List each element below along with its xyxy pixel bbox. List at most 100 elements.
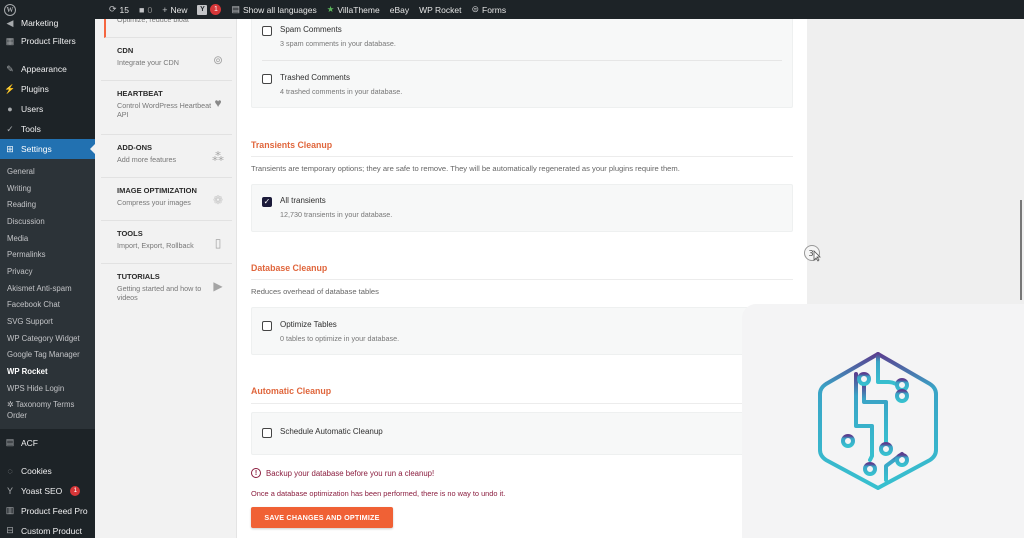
trashed-comments-option[interactable]: Trashed Comments 4 trashed comments in y…	[262, 73, 402, 96]
trashed-comments-checkbox[interactable]	[262, 74, 272, 84]
nav-item-cdn[interactable]: CDN Integrate your CDN ⊚	[101, 38, 232, 81]
optimize-tables-checkbox[interactable]	[262, 321, 272, 331]
refresh-icon: ⟳	[109, 4, 117, 14]
scrollbar[interactable]	[1020, 200, 1022, 300]
menu-item-product-feed-pro[interactable]: ▥ Product Feed Pro	[0, 501, 95, 521]
acf-icon: ▤	[5, 437, 15, 448]
star-icon: ★	[326, 4, 335, 14]
automatic-section-title: Automatic Cleanup	[251, 386, 332, 396]
submenu-item-wp-category-widget[interactable]: WP Category Widget	[0, 330, 95, 347]
comment-icon: ■	[139, 4, 145, 15]
submenu-item-wps-hide-login[interactable]: WPS Hide Login	[0, 380, 95, 397]
nav-item-tools[interactable]: TOOLS Import, Export, Rollback ▯	[101, 221, 232, 264]
submenu-item-permalinks[interactable]: Permalinks	[0, 246, 95, 263]
admin-menu: ◀ Marketing ▦ Product Filters ✎ Appearan…	[0, 17, 95, 538]
nav-item-tutorials[interactable]: TUTORIALS Getting started and how to vid…	[101, 264, 232, 318]
languages-link[interactable]: ▤ Show all languages	[226, 0, 321, 19]
grid-icon: ⊟	[6, 525, 14, 536]
new-content-link[interactable]: + New	[157, 0, 192, 19]
schedule-cleanup-option[interactable]: Schedule Automatic Cleanup	[262, 427, 383, 438]
menu-item-custom-product[interactable]: ⊟ Custom Product	[0, 521, 95, 538]
cookie-icon: ◌	[7, 465, 13, 476]
database-description: Reduces overhead of database tables	[251, 287, 379, 296]
all-transients-option[interactable]: ✓ All transients 12,730 transients in yo…	[262, 196, 392, 219]
menu-item-settings[interactable]: ⊞ Settings	[0, 139, 95, 159]
menu-item-tools[interactable]: ✓ Tools	[0, 119, 95, 139]
submenu-item-taxonomy-terms-order[interactable]: ✲ Taxonomy Terms Order	[0, 397, 95, 425]
divider	[262, 60, 782, 61]
all-transients-checkbox[interactable]: ✓	[262, 197, 272, 207]
submenu-item-general[interactable]: General	[0, 163, 95, 180]
yoast-link[interactable]: Y 1	[192, 0, 226, 19]
submenu-item-google-tag-manager[interactable]: Google Tag Manager	[0, 347, 95, 364]
admin-bar: W ⟳ 15 ■ 0 + New Y 1 ▤ Show all language…	[0, 0, 1024, 19]
nav-item-addons[interactable]: ADD-ONS Add more features ⁂	[101, 135, 232, 178]
submenu-item-discussion[interactable]: Discussion	[0, 213, 95, 230]
schedule-cleanup-checkbox[interactable]	[262, 428, 272, 438]
transients-section-title: Transients Cleanup	[251, 140, 333, 150]
forms-icon: ⊜	[471, 4, 479, 14]
database-section-title: Database Cleanup	[251, 263, 328, 273]
heartbeat-icon: ♥	[214, 96, 222, 110]
comments-link[interactable]: ■ 0	[134, 0, 157, 19]
plugin-icon: ⚡	[4, 83, 16, 94]
menu-item-acf[interactable]: ▤ ACF	[0, 433, 95, 453]
forms-link[interactable]: ⊜ Forms	[466, 0, 511, 19]
submenu-item-writing[interactable]: Writing	[0, 180, 95, 197]
menu-item-users[interactable]: ● Users	[0, 99, 95, 119]
database-settings-panel: Spam Comments 3 spam comments in your da…	[237, 17, 807, 538]
menu-item-product-filters[interactable]: ▦ Product Filters	[0, 31, 95, 51]
notification-badge: 1	[210, 4, 222, 15]
nav-item-heartbeat[interactable]: HEARTBEAT Control WordPress Heartbeat AP…	[101, 81, 232, 135]
save-and-optimize-button[interactable]: SAVE CHANGES AND OPTIMIZE	[251, 507, 393, 528]
updates-link[interactable]: ⟳ 15	[104, 0, 134, 19]
undo-note: Once a database optimization has been pe…	[251, 489, 506, 498]
translate-icon: ▤	[231, 4, 240, 14]
divider	[251, 403, 793, 404]
warning-icon: !	[251, 468, 261, 478]
wp-rocket-nav: Optimize, reduce bloat CDN Integrate you…	[95, 15, 237, 538]
feed-icon: ▥	[5, 505, 15, 516]
brand-logo-overlay	[742, 304, 1024, 538]
submenu-item-svg-support[interactable]: SVG Support	[0, 313, 95, 330]
wp-rocket-link[interactable]: WP Rocket	[414, 0, 466, 19]
submenu-item-privacy[interactable]: Privacy	[0, 263, 95, 280]
wrench-icon: ✓	[6, 123, 14, 134]
wordpress-logo-icon[interactable]: W	[0, 0, 20, 19]
video-icon: ▶	[213, 279, 223, 293]
optimize-tables-option[interactable]: Optimize Tables 0 tables to optimize in …	[262, 320, 399, 343]
submenu-item-reading[interactable]: Reading	[0, 196, 95, 213]
settings-submenu: General Writing Reading Discussion Media…	[0, 159, 95, 429]
ebay-link[interactable]: eBay	[385, 0, 414, 19]
circuit-hexagon-logo-icon	[818, 352, 938, 490]
menu-item-plugins[interactable]: ⚡ Plugins	[0, 79, 95, 99]
spam-comments-option[interactable]: Spam Comments 3 spam comments in your da…	[262, 25, 396, 48]
yoast-icon: Y	[6, 485, 13, 496]
tools-icon: ▯	[214, 236, 222, 250]
menu-item-appearance[interactable]: ✎ Appearance	[0, 59, 95, 79]
transients-description: Transients are temporary options; they a…	[251, 164, 680, 173]
submenu-item-akismet[interactable]: Akismet Anti-spam	[0, 280, 95, 297]
yoast-icon: Y	[197, 4, 208, 15]
settings-icon: ⊞	[6, 143, 14, 154]
image-optimization-icon: ❁	[212, 193, 224, 207]
submenu-item-facebook-chat[interactable]: Facebook Chat	[0, 297, 95, 314]
menu-item-yoast-seo[interactable]: Y Yoast SEO 1	[0, 481, 95, 501]
accessibility-cursor-icon: 3	[804, 245, 821, 262]
divider	[251, 156, 793, 157]
megaphone-icon: ◀	[6, 17, 14, 28]
automatic-card: Schedule Automatic Cleanup	[251, 412, 793, 455]
nav-item-image-optimization[interactable]: IMAGE OPTIMIZATION Compress your images …	[101, 178, 232, 221]
svg-text:3: 3	[809, 249, 814, 258]
villatheme-link[interactable]: ★ VillaTheme	[322, 0, 385, 19]
notification-badge: 1	[70, 485, 81, 496]
paintbrush-icon: ✎	[6, 63, 14, 74]
transients-card: ✓ All transients 12,730 transients in yo…	[251, 184, 793, 232]
menu-item-cookies[interactable]: ◌ Cookies	[0, 461, 95, 481]
spam-comments-checkbox[interactable]	[262, 26, 272, 36]
submenu-item-wp-rocket[interactable]: WP Rocket	[0, 363, 95, 380]
backup-warning: ! Backup your database before you run a …	[251, 468, 434, 478]
plus-icon: +	[162, 4, 168, 15]
submenu-item-media[interactable]: Media	[0, 230, 95, 247]
divider	[251, 279, 793, 280]
